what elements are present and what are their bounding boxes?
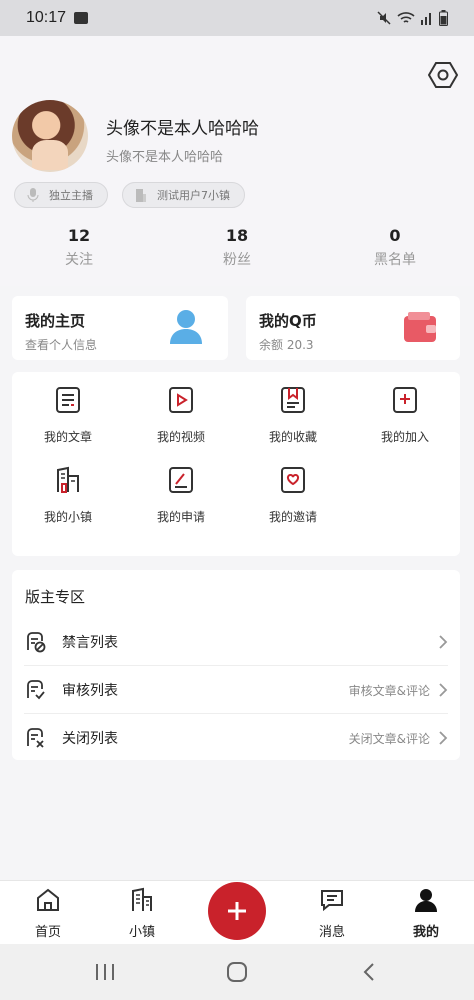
wifi-icon [397, 12, 415, 23]
tab-label: 我的 [412, 925, 439, 940]
function-grid: 我的文章 我的视频 我的收藏 我的加入 我的小镇 我的申请 我的邀请 [12, 372, 460, 556]
stat-label: 粉丝 [223, 252, 251, 268]
tab-mine[interactable]: 我的 [386, 881, 466, 945]
tab-town[interactable]: 小镇 [102, 881, 182, 945]
grid-my-joined[interactable]: 我的加入 [360, 386, 450, 445]
stat-value: 0 [389, 226, 401, 245]
mod-row-note: 关闭文章&评论 [348, 731, 430, 746]
grid-label: 我的申请 [156, 510, 205, 524]
create-post-button[interactable] [208, 882, 266, 940]
tab-messages[interactable]: 消息 [292, 881, 372, 945]
mod-row-label: 审核列表 [62, 683, 118, 699]
microphone-icon [27, 188, 39, 202]
grid-my-articles[interactable]: 我的文章 [23, 386, 113, 445]
mod-row-review-list[interactable]: 审核列表 审核文章&评论 [12, 666, 460, 714]
my-coins-card[interactable]: 我的Q币 余额 20.3 [246, 296, 460, 360]
grid-my-invitations[interactable]: 我的邀请 [248, 466, 338, 525]
system-navigation-bar [0, 944, 474, 1000]
video-icon [169, 387, 193, 413]
tab-label: 首页 [34, 925, 61, 940]
moderator-title: 版主专区 [25, 588, 86, 606]
stat-value: 12 [67, 226, 91, 245]
join-icon [393, 387, 417, 413]
user-subtitle: 头像不是本人哈哈哈 [106, 150, 224, 165]
stat-value: 18 [225, 226, 249, 245]
settings-hex-icon[interactable] [428, 60, 458, 90]
recent-apps-icon[interactable] [94, 962, 116, 982]
chevron-right-icon [439, 635, 448, 649]
building-icon [136, 189, 146, 202]
grid-label: 我的邀请 [268, 510, 317, 524]
mod-row-mute-list[interactable]: 禁言列表 [12, 618, 460, 666]
tag-test-town: 测试用户7小镇 [122, 182, 245, 208]
home-nav-icon[interactable] [226, 962, 248, 982]
user-icon [415, 889, 437, 912]
grid-label: 我的收藏 [268, 430, 317, 444]
card-subtitle: 查看个人信息 [25, 338, 98, 352]
signal-icon [421, 13, 431, 25]
status-bar: 10:17 [0, 0, 474, 36]
plus-icon [228, 902, 246, 920]
chevron-right-icon [439, 683, 448, 697]
review-list-icon [27, 680, 45, 700]
bookmark-icon [281, 387, 305, 413]
status-icons [377, 10, 448, 26]
apply-icon [169, 467, 193, 493]
status-time: 10:17 [26, 9, 67, 26]
battery-icon [439, 10, 448, 26]
mod-row-label: 关闭列表 [62, 731, 118, 747]
mod-row-note: 审核文章&评论 [348, 683, 430, 698]
tab-label: 小镇 [128, 925, 155, 940]
chevron-right-icon [439, 731, 448, 745]
grid-my-town[interactable]: 我的小镇 [23, 466, 113, 525]
grid-my-applications[interactable]: 我的申请 [136, 466, 226, 525]
stat-following[interactable]: 12 关注 [0, 226, 158, 276]
town-icon [132, 887, 152, 911]
card-subtitle: 余额 20.3 [259, 338, 314, 352]
stat-fans[interactable]: 18 粉丝 [158, 226, 316, 276]
message-icon [321, 890, 343, 912]
mute-icon [377, 11, 391, 25]
user-name: 头像不是本人哈哈哈 [106, 119, 259, 139]
user-profile-icon [170, 310, 202, 344]
image-notification-icon [74, 12, 89, 24]
mod-row-closed-list[interactable]: 关闭列表 关闭文章&评论 [12, 714, 460, 762]
grid-label: 我的加入 [380, 430, 429, 444]
tag-label: 测试用户7小镇 [157, 189, 230, 202]
avatar[interactable] [12, 100, 88, 172]
invite-icon [281, 467, 305, 493]
home-icon [37, 888, 59, 911]
my-homepage-card[interactable]: 我的主页 查看个人信息 [12, 296, 228, 360]
tab-label: 消息 [318, 925, 345, 940]
closed-list-icon [27, 728, 44, 748]
wallet-icon [404, 312, 436, 342]
tag-independent-anchor: 独立主播 [14, 182, 108, 208]
card-title: 我的主页 [25, 312, 86, 330]
grid-label: 我的视频 [156, 430, 205, 444]
stats-row: 12 关注 18 粉丝 0 黑名单 [0, 226, 474, 276]
grid-label: 我的小镇 [43, 510, 92, 524]
article-icon [56, 387, 80, 413]
stat-blacklist[interactable]: 0 黑名单 [316, 226, 474, 276]
card-title: 我的Q币 [259, 312, 317, 330]
mod-row-label: 禁言列表 [62, 635, 118, 651]
grid-my-videos[interactable]: 我的视频 [136, 386, 226, 445]
tab-home[interactable]: 首页 [8, 881, 88, 945]
stat-label: 黑名单 [374, 252, 416, 268]
back-icon[interactable] [362, 962, 376, 982]
stat-label: 关注 [65, 252, 93, 268]
mute-list-icon [27, 632, 46, 653]
grid-label: 我的文章 [43, 430, 92, 444]
grid-my-favorites[interactable]: 我的收藏 [248, 386, 338, 445]
tag-label: 独立主播 [49, 189, 93, 202]
town-icon [57, 466, 79, 493]
